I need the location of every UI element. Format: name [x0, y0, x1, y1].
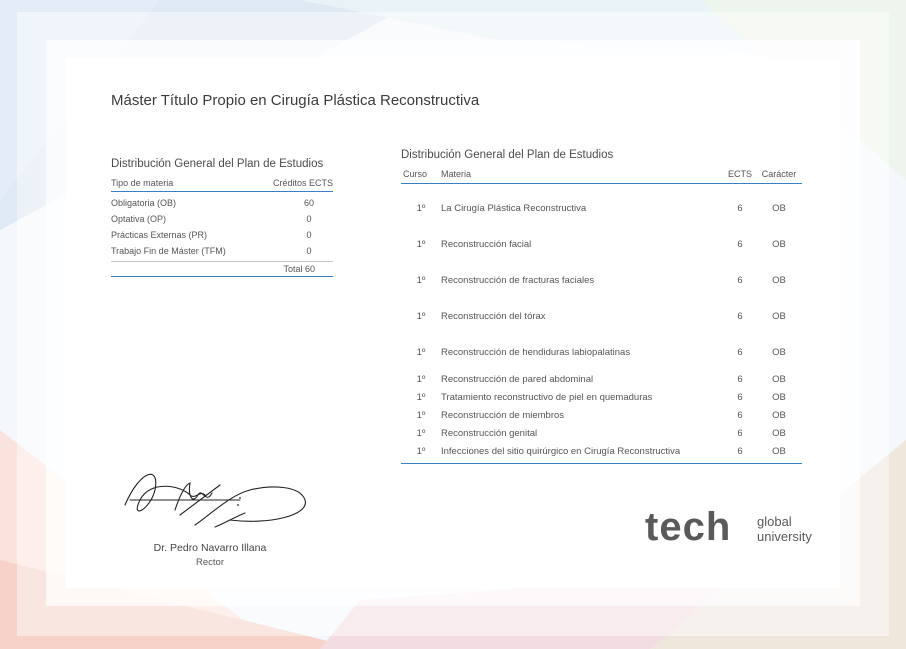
row-ects: 6	[737, 373, 743, 385]
col-curso: Curso	[401, 169, 441, 184]
col-materia: Materia	[441, 169, 724, 184]
summary-type: Prácticas Externas (PR)	[111, 230, 208, 240]
table-row: 1º La Cirugía Plástica Reconstructiva 6 …	[401, 184, 802, 227]
summary-credits: 0	[306, 246, 312, 256]
row-caracter: OB	[772, 346, 786, 358]
plan-header-row: Curso Materia ECTS Carácter	[401, 169, 802, 184]
row-materia: Infecciones del sitio quirúrgico en Ciru…	[441, 442, 724, 464]
summary-total: Total 60	[111, 262, 333, 277]
table-row: 1º Reconstrucción de pared abdominal 6 O…	[401, 370, 802, 388]
table-row: 1º Reconstrucción de miembros 6 OB	[401, 406, 802, 424]
summary-row: Optativa (OP) 0	[111, 211, 333, 227]
row-materia: Reconstrucción facial	[441, 238, 532, 250]
row-curso: 1º	[416, 310, 426, 322]
summary-row: Obligatoria (OB) 60	[111, 195, 333, 211]
logo-wordmark: tech	[645, 505, 731, 549]
summary-row: Trabajo Fin de Máster (TFM) 0	[111, 243, 333, 259]
row-materia: Reconstrucción de miembros	[441, 409, 565, 421]
signer-role: Rector	[196, 557, 224, 568]
summary-col-type: Tipo de materia	[111, 178, 174, 188]
row-curso: 1º	[416, 409, 426, 421]
table-row: 1º Reconstrucción de fracturas faciales …	[401, 262, 802, 298]
row-caracter: OB	[772, 238, 786, 250]
row-ects: 6	[737, 274, 743, 286]
row-caracter: OB	[772, 310, 786, 322]
signature	[124, 473, 306, 528]
row-curso: 1º	[416, 346, 426, 358]
row-caracter: OB	[772, 274, 786, 286]
row-caracter: OB	[772, 427, 786, 439]
row-caracter: OB	[772, 391, 786, 403]
summary-credits: 60	[303, 198, 314, 208]
row-materia: Reconstrucción de hendiduras labiopalati…	[441, 346, 631, 358]
row-materia: La Cirugía Plástica Reconstructiva	[441, 202, 587, 214]
table-row: 1º Reconstrucción de hendiduras labiopal…	[401, 334, 802, 370]
col-caracter: Carácter	[756, 169, 802, 184]
row-curso: 1º	[416, 202, 426, 214]
plan-heading: Distribución General del Plan de Estudio…	[401, 149, 614, 161]
certificate-page: Máster Título Propio en Cirugía Plástica…	[0, 0, 906, 649]
table-row: 1º Reconstrucción facial 6 OB	[401, 226, 802, 262]
table-row: 1º Infecciones del sitio quirúrgico en C…	[401, 442, 802, 464]
row-caracter: OB	[756, 442, 802, 464]
summary-heading: Distribución General del Plan de Estudio…	[111, 158, 324, 170]
row-ects: 6	[737, 238, 743, 250]
table-row: 1º Tratamiento reconstructivo de piel en…	[401, 388, 802, 406]
row-ects: 6	[737, 409, 743, 421]
row-ects: 6	[737, 310, 743, 322]
row-materia: Reconstrucción del tórax	[441, 310, 546, 322]
row-caracter: OB	[772, 202, 786, 214]
row-caracter: OB	[772, 409, 786, 421]
row-ects: 6	[724, 442, 756, 464]
plan-table: Curso Materia ECTS Carácter 1º La Cirugí…	[401, 169, 802, 464]
row-materia: Tratamiento reconstructivo de piel en qu…	[441, 391, 653, 403]
tech-university-logo: tech global university	[645, 505, 812, 549]
logo-line1: global	[757, 514, 792, 529]
program-title: Máster Título Propio en Cirugía Plástica…	[111, 92, 480, 109]
study-plan: Distribución General del Plan de Estudio…	[401, 149, 802, 464]
col-ects: ECTS	[724, 169, 756, 184]
summary-rows: Obligatoria (OB) 60 Optativa (OP) 0 Prác…	[111, 192, 333, 262]
row-curso: 1º	[416, 391, 426, 403]
row-curso: 1º	[416, 427, 426, 439]
summary-credits: 0	[306, 230, 312, 240]
row-materia: Reconstrucción de pared abdominal	[441, 373, 594, 385]
row-curso: 1º	[401, 442, 441, 464]
row-caracter: OB	[772, 373, 786, 385]
row-curso: 1º	[416, 274, 426, 286]
summary-header-row: Tipo de materia Créditos ECTS	[111, 178, 333, 192]
row-ects: 6	[737, 346, 743, 358]
summary-row: Prácticas Externas (PR) 0	[111, 227, 333, 243]
row-ects: 6	[737, 391, 743, 403]
summary-type: Optativa (OP)	[111, 214, 167, 224]
credits-summary: Distribución General del Plan de Estudio…	[111, 158, 333, 277]
signer-name: Dr. Pedro Navarro Illana	[153, 542, 267, 554]
table-row: 1º Reconstrucción genital 6 OB	[401, 424, 802, 442]
summary-credits: 0	[306, 214, 312, 224]
summary-col-credits: Créditos ECTS	[272, 178, 333, 188]
logo-line2: university	[757, 529, 812, 544]
row-ects: 6	[737, 202, 743, 214]
summary-type: Trabajo Fin de Máster (TFM)	[111, 246, 226, 256]
row-curso: 1º	[416, 238, 426, 250]
row-materia: Reconstrucción genital	[441, 427, 538, 439]
row-ects: 6	[737, 427, 743, 439]
row-curso: 1º	[416, 373, 426, 385]
table-row: 1º Reconstrucción del tórax 6 OB	[401, 298, 802, 334]
summary-type: Obligatoria (OB)	[111, 198, 177, 208]
row-materia: Reconstrucción de fracturas faciales	[441, 274, 595, 286]
